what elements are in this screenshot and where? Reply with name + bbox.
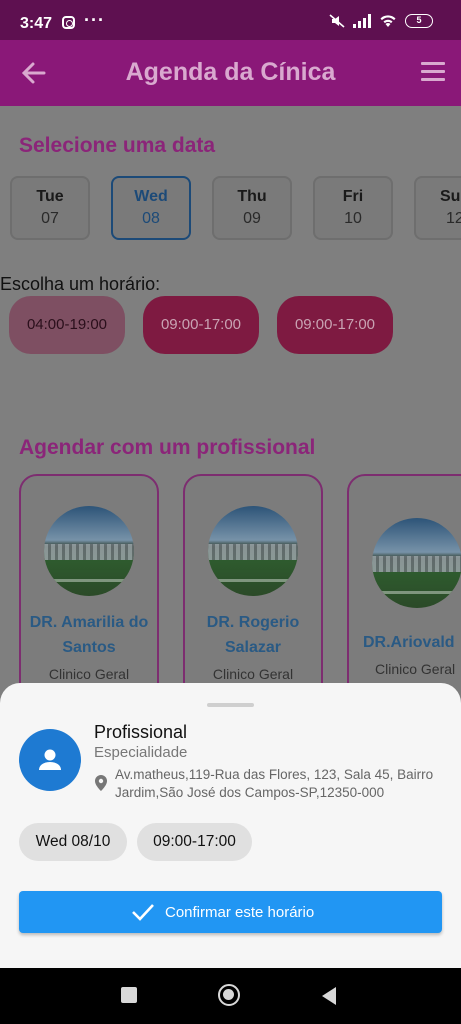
professional-photo	[372, 518, 461, 608]
professional-name: DR. Amarilia do Santos	[29, 614, 149, 656]
mute-icon	[329, 14, 345, 28]
professional-card[interactable]: DR. Rogerio Salazar Clinico Geral	[183, 474, 323, 706]
more-notifications-icon: ···	[84, 10, 105, 30]
date-number: 08	[142, 210, 160, 227]
hours-label: Escolha um horário:	[0, 274, 161, 294]
professional-card[interactable]: DR. Amarilia do Santos Clinico Geral	[19, 474, 159, 706]
date-number: 07	[41, 210, 59, 227]
professional-name: DR. Rogerio Salazar	[206, 614, 300, 656]
status-time: 3:47	[20, 15, 53, 32]
page-title: Agenda da Cínica	[125, 58, 336, 86]
selected-date-chip: Wed 08/10	[19, 823, 127, 861]
main-content: Selecione uma data Tue 07 Wed 08 Thu 09 …	[0, 106, 461, 706]
status-bar: 3:47 ··· 5	[0, 0, 461, 40]
professional-specialty: Clinico Geral	[375, 661, 456, 677]
wifi-icon	[380, 15, 396, 27]
time-slot-chip[interactable]: 09:00-17:00	[143, 296, 259, 354]
date-section-title: Selecione uma data	[19, 134, 216, 157]
professionals-section-title: Agendar com um profissional	[19, 436, 316, 459]
sheet-professional-name: Profissional	[94, 722, 188, 742]
date-day: Fri	[342, 188, 364, 205]
system-nav-bar	[0, 968, 461, 1024]
menu-icon[interactable]	[421, 62, 445, 84]
home-icon[interactable]	[218, 984, 240, 1006]
date-card-selected[interactable]: Wed 08	[111, 176, 191, 240]
app-bar: Agenda da Cínica	[0, 40, 461, 106]
professional-photo	[208, 506, 298, 596]
date-number: 12	[446, 210, 461, 227]
time-slot-chip[interactable]: 04:00-19:00	[9, 296, 125, 354]
sheet-specialty: Especialidade	[94, 744, 188, 761]
date-card[interactable]: Su 12	[414, 176, 461, 240]
recents-icon[interactable]	[121, 987, 137, 1003]
date-number: 10	[344, 210, 362, 227]
signal-icon	[353, 14, 371, 28]
date-number: 09	[243, 210, 261, 227]
nav-back-icon[interactable]	[320, 986, 338, 1006]
date-day: Wed	[134, 188, 168, 205]
instagram-icon	[62, 16, 75, 29]
date-card[interactable]: Thu 09	[212, 176, 292, 240]
confirm-button-label: Confirmar este horário	[165, 904, 315, 921]
time-slot-chip[interactable]: 09:00-17:00	[277, 296, 393, 354]
check-icon	[132, 904, 154, 921]
date-day: Thu	[237, 188, 267, 205]
professional-name: DR.Ariovald	[363, 634, 455, 651]
location-pin-icon	[95, 775, 107, 791]
confirm-appointment-button[interactable]: Confirmar este horário	[19, 891, 442, 933]
date-card[interactable]: Fri 10	[313, 176, 393, 240]
person-avatar-icon	[19, 729, 81, 791]
date-day: Su	[440, 188, 461, 205]
professional-specialty: Clinico Geral	[48, 666, 130, 682]
selected-time-chip: 09:00-17:00	[137, 823, 252, 861]
sheet-drag-handle[interactable]	[207, 703, 254, 707]
professional-photo	[44, 506, 134, 596]
status-icons: 5	[329, 14, 433, 28]
professional-specialty: Clinico Geral	[212, 666, 294, 682]
date-day: Tue	[36, 188, 64, 205]
sheet-address: Av.matheus,119-Rua das Flores, 123, Sala…	[115, 767, 434, 800]
battery-icon: 5	[405, 14, 433, 28]
booking-bottom-sheet: Profissional Especialidade Av.matheus,11…	[0, 683, 461, 968]
professional-card[interactable]: DR.Ariovald Clinico Geral	[347, 474, 461, 706]
date-card[interactable]: Tue 07	[10, 176, 90, 240]
